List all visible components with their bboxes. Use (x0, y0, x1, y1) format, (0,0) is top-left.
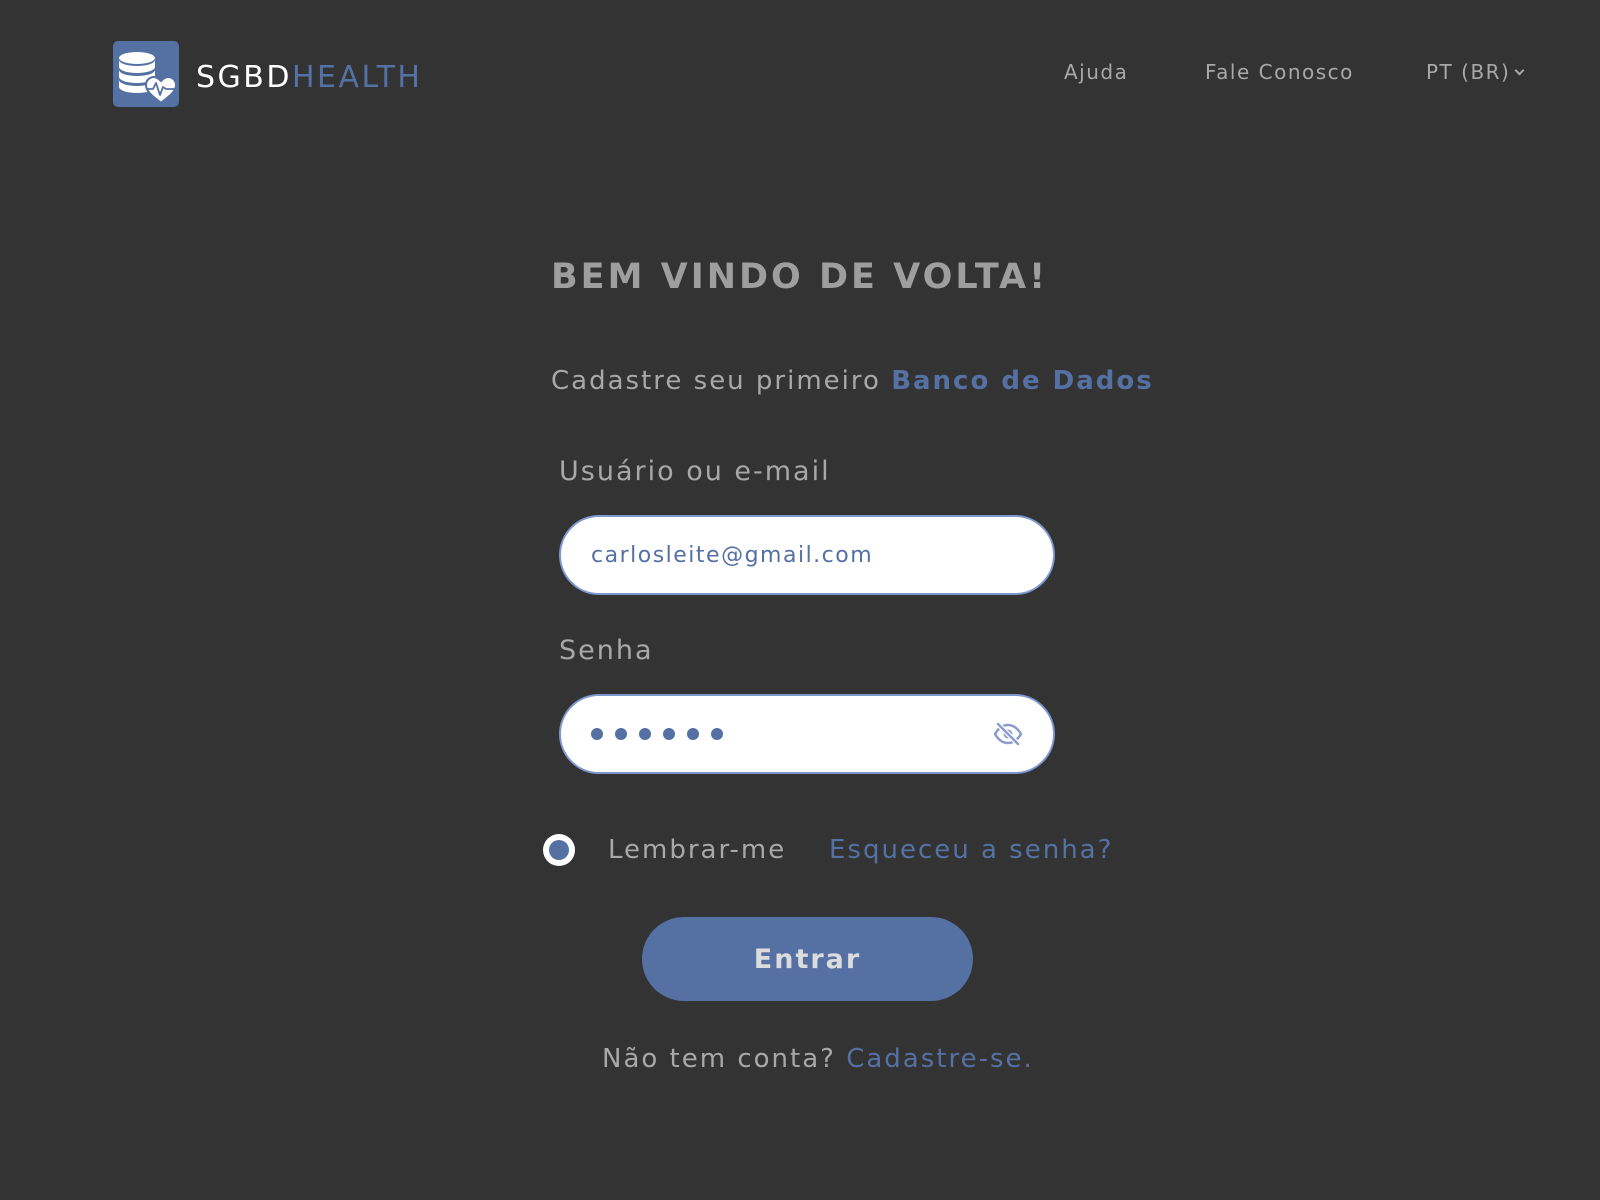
password-mask-dot (663, 728, 675, 740)
password-input[interactable] (591, 726, 723, 742)
signup-link[interactable]: Cadastre-se. (846, 1044, 1034, 1074)
username-label: Usuário ou e-mail (559, 456, 831, 487)
username-input[interactable] (591, 517, 991, 593)
password-mask-dot (615, 728, 627, 740)
chevron-down-icon (1514, 65, 1525, 76)
remember-me-label[interactable]: Lembrar-me (608, 833, 786, 867)
language-selector[interactable]: PT (BR) (1426, 60, 1525, 84)
password-mask-dot (711, 728, 723, 740)
page-title: BEM VINDO DE VOLTA! (551, 257, 1049, 297)
brand-name[interactable]: SGBDHEALTH (196, 60, 423, 96)
password-field-wrapper[interactable] (559, 694, 1055, 774)
nav-help-link[interactable]: Ajuda (1064, 60, 1128, 84)
signup-prompt: Não tem conta? Cadastre-se. (602, 1042, 1034, 1076)
password-mask-dot (687, 728, 699, 740)
register-database-prompt: Cadastre seu primeiro Banco de Dados (551, 364, 1154, 398)
database-heart-icon[interactable] (113, 41, 179, 107)
password-mask-dot (639, 728, 651, 740)
password-mask-dot (591, 728, 603, 740)
login-submit-button[interactable]: Entrar (642, 917, 973, 1001)
nav-contact-link[interactable]: Fale Conosco (1205, 60, 1354, 84)
language-selector-label: PT (BR) (1426, 60, 1511, 84)
register-database-text: Cadastre seu primeiro (551, 366, 881, 396)
top-navigation-bar: SGBDHEALTH Ajuda Fale Conosco PT (BR) (0, 0, 1600, 150)
remember-me-radio[interactable] (543, 834, 575, 866)
username-field-wrapper (559, 515, 1055, 595)
remember-me-radio-dot (549, 840, 569, 860)
password-label: Senha (559, 635, 654, 666)
register-database-link[interactable]: Banco de Dados (891, 366, 1154, 396)
signup-prompt-text: Não tem conta? (602, 1044, 836, 1074)
eye-slash-icon[interactable] (993, 721, 1023, 747)
brand-name-part1: SGBD (196, 60, 292, 95)
brand-name-part2: HEALTH (291, 60, 423, 95)
forgot-password-link[interactable]: Esqueceu a senha? (829, 833, 1113, 867)
